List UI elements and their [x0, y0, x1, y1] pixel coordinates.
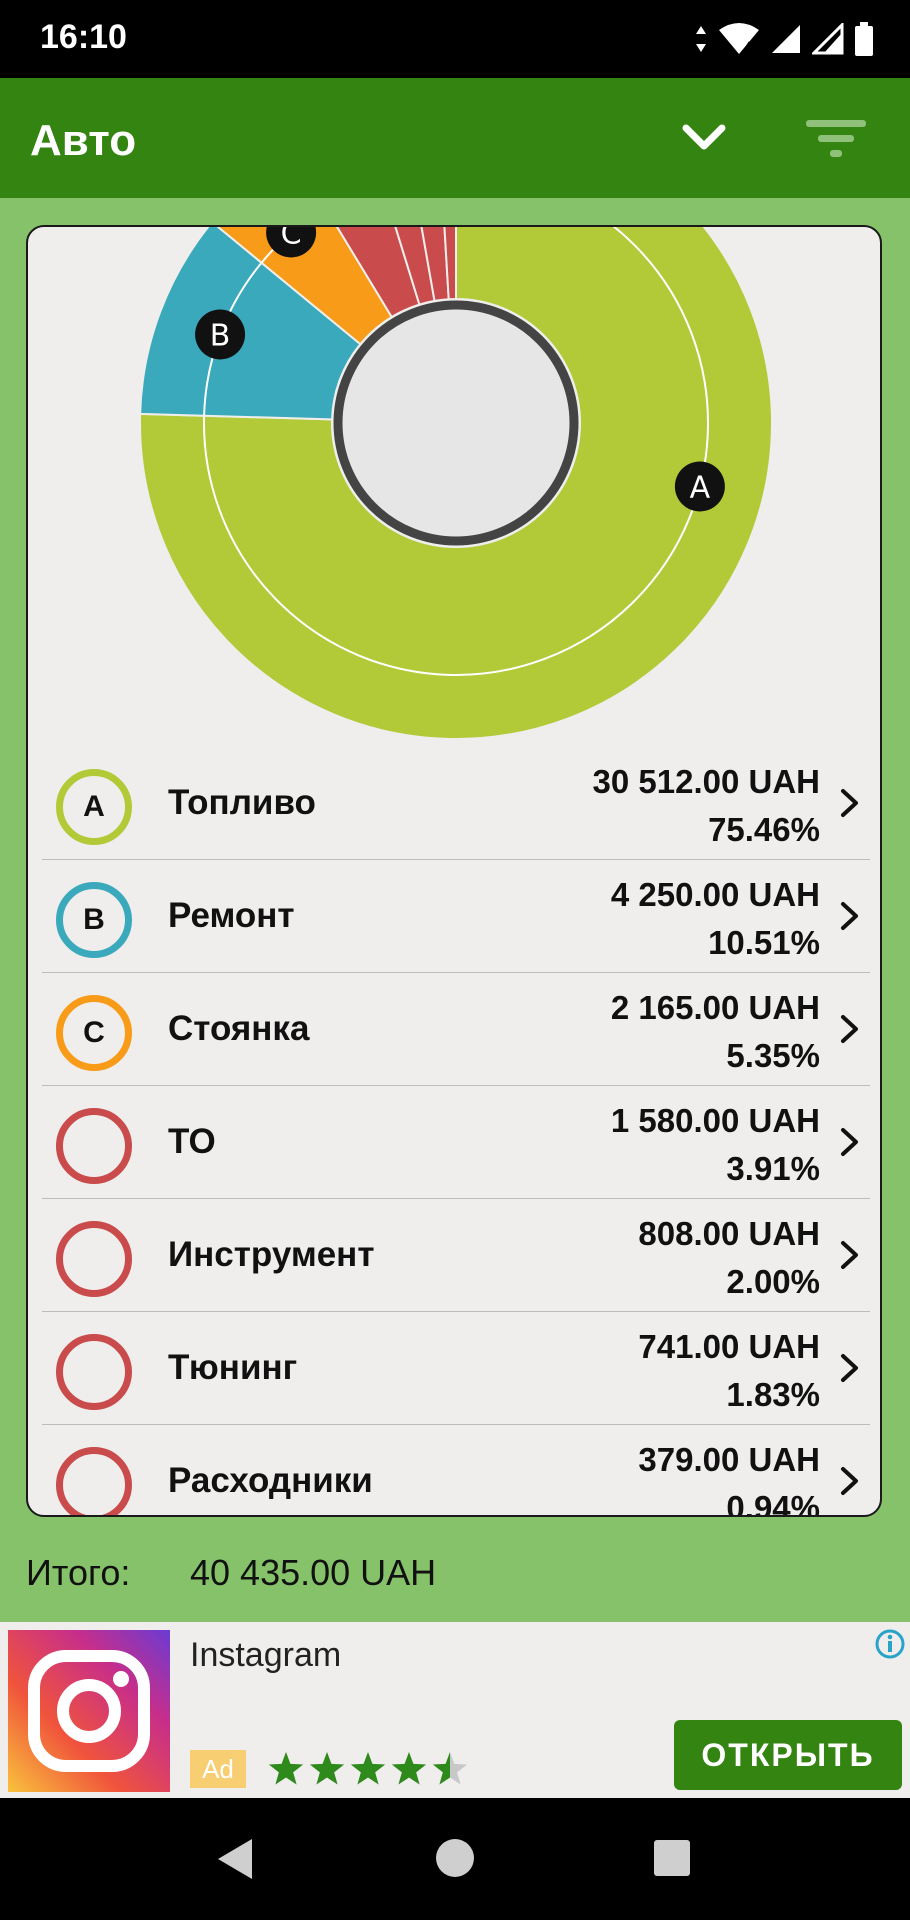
svg-text:B: B [210, 318, 231, 353]
slice-marker-a: A [674, 461, 725, 512]
category-name: Топливо [168, 783, 316, 822]
category-name: Ремонт [168, 896, 295, 935]
category-name: Стоянка [168, 1009, 310, 1048]
recents-icon[interactable] [652, 1838, 692, 1878]
category-amount: 4 250.00 UAH [610, 876, 820, 913]
chevron-right-icon[interactable] [838, 898, 862, 934]
signal-icon-2 [812, 23, 844, 55]
status-bar: 16:10 4 [0, 0, 910, 78]
category-row[interactable]: Тюнинг 741.00 UAH 1.83% [42, 1312, 870, 1425]
chevron-right-icon[interactable] [838, 1237, 862, 1273]
category-percent: 3.91% [726, 1150, 820, 1187]
category-percent: 2.00% [726, 1263, 820, 1300]
rating-stars [268, 1752, 468, 1785]
status-time: 16:10 [40, 18, 127, 56]
open-button[interactable]: ОТКРЫТЬ [674, 1720, 902, 1790]
category-marker: A [56, 769, 132, 845]
donut-center[interactable] [333, 300, 579, 546]
chevron-right-icon[interactable] [838, 1463, 862, 1499]
category-marker [56, 1447, 132, 1515]
star-2 [350, 1752, 386, 1785]
app-bar: Авто [0, 78, 910, 198]
category-percent: 75.46% [708, 811, 820, 848]
category-row[interactable]: C Стоянка 2 165.00 UAH 5.35% [42, 973, 870, 1086]
star-3 [391, 1752, 427, 1785]
chevron-right-icon[interactable] [838, 785, 862, 821]
category-marker: C [56, 995, 132, 1071]
navigation-bar [0, 1798, 910, 1920]
category-marker [56, 1334, 132, 1410]
filter-icon[interactable] [800, 106, 872, 170]
category-name: Тюнинг [168, 1348, 298, 1387]
battery-icon [855, 22, 873, 56]
category-amount: 808.00 UAH [638, 1215, 820, 1252]
category-name: Инструмент [168, 1235, 375, 1274]
category-amount: 30 512.00 UAH [592, 763, 820, 800]
chevron-right-icon[interactable] [838, 1011, 862, 1047]
category-row[interactable]: Расходники 379.00 UAH 0.94% [42, 1425, 870, 1517]
slice-marker-b: B [195, 309, 246, 360]
category-amount: 1 580.00 UAH [610, 1102, 820, 1139]
category-percent: 10.51% [708, 924, 820, 961]
category-row[interactable]: ТО 1 580.00 UAH 3.91% [42, 1086, 870, 1199]
category-amount: 379.00 UAH [638, 1441, 820, 1478]
category-marker: B [56, 882, 132, 958]
category-row[interactable]: A Топливо 30 512.00 UAH 75.46% [42, 747, 870, 860]
category-name: Расходники [168, 1461, 373, 1500]
category-marker [56, 1108, 132, 1184]
category-percent: 0.94% [726, 1489, 820, 1517]
status-icons: 4 [694, 20, 874, 58]
home-icon[interactable] [433, 1836, 477, 1880]
category-row[interactable]: B Ремонт 4 250.00 UAH 10.51% [42, 860, 870, 973]
category-percent: 1.83% [726, 1376, 820, 1413]
signal-icon [772, 25, 800, 53]
instagram-logo-icon[interactable] [8, 1630, 170, 1792]
ad-app-name[interactable]: Instagram [190, 1636, 341, 1675]
svg-text:C: C [281, 227, 302, 251]
category-marker [56, 1221, 132, 1297]
chevron-right-icon[interactable] [838, 1124, 862, 1160]
chevron-right-icon[interactable] [838, 1350, 862, 1386]
total-value: 40 435.00 UAH [190, 1552, 437, 1593]
category-amount: 741.00 UAH [638, 1328, 820, 1365]
category-list: A Топливо 30 512.00 UAH 75.46% B Ремонт 4 250.… [42, 747, 870, 1517]
stats-card: ABC A Топливо 30 512.00 UAH 75.46% B Ремонт 4 … [26, 225, 882, 1517]
total-label: Итого: [26, 1552, 131, 1593]
page-title: Авто [30, 116, 137, 165]
category-row[interactable]: Инструмент 808.00 UAH 2.00% [42, 1199, 870, 1312]
category-name: ТО [168, 1122, 216, 1161]
info-icon[interactable] [874, 1628, 906, 1660]
data-transfer-icon [696, 26, 706, 52]
wifi-icon: 4 [719, 23, 759, 56]
chevron-down-icon[interactable] [672, 106, 736, 170]
ad-badge: Ad [190, 1750, 246, 1788]
category-amount: 2 165.00 UAH [610, 989, 820, 1026]
svg-text:A: A [690, 470, 711, 505]
star-1 [309, 1752, 345, 1785]
category-percent: 5.35% [726, 1037, 820, 1074]
back-icon[interactable] [212, 1834, 262, 1884]
ad-banner[interactable]: Instagram Ad ОТКРЫТЬ [0, 1622, 910, 1798]
network-badge: 4 [744, 40, 754, 56]
donut-chart[interactable]: A B C [28, 227, 882, 747]
star-0 [268, 1752, 304, 1785]
